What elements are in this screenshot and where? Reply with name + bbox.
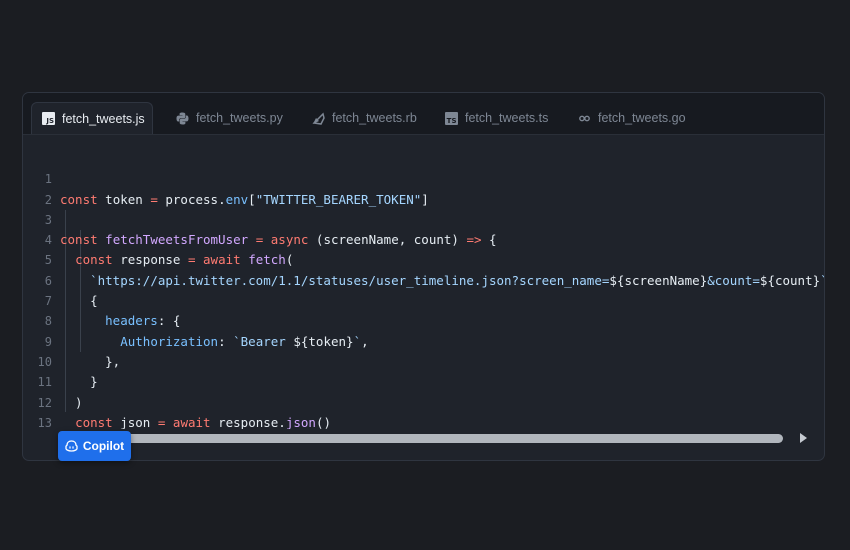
- code-line: 7 headers: {: [23, 271, 824, 328]
- ruby-file-icon: [311, 111, 325, 125]
- code-line: 8 Authorization: `Bearer ${token}`,: [23, 291, 824, 348]
- tab-bar: JS fetch_tweets.js fetch_tweets.py fetch…: [23, 93, 824, 135]
- code-line: 4 const response = await fetch(: [23, 210, 824, 267]
- tab-fetch-tweets-go[interactable]: fetch_tweets.go: [568, 102, 694, 134]
- code-line: 9 },: [23, 311, 824, 369]
- tab-label: fetch_tweets.js: [62, 111, 145, 126]
- tab-label: fetch_tweets.go: [598, 111, 686, 125]
- code-line: 10 }: [23, 332, 824, 389]
- tab-fetch-tweets-js[interactable]: JS fetch_tweets.js: [31, 102, 153, 134]
- horizontal-scrollbar[interactable]: [93, 434, 783, 443]
- code-line: 13 return json: [23, 393, 824, 429]
- code-editor: JS fetch_tweets.js fetch_tweets.py fetch…: [22, 92, 825, 461]
- copilot-icon: [65, 440, 78, 452]
- tab-fetch-tweets-ts[interactable]: TS fetch_tweets.ts: [434, 102, 560, 134]
- code-line: 3 const fetchTweetsFromUser = async (scr…: [23, 190, 824, 247]
- typescript-file-icon: TS: [444, 111, 458, 125]
- code-line: 1 const token = process.env["TWITTER_BEA…: [23, 149, 824, 206]
- tab-fetch-tweets-py[interactable]: fetch_tweets.py: [166, 102, 292, 134]
- code-line: 14 }: [23, 413, 824, 429]
- tab-fetch-tweets-rb[interactable]: fetch_tweets.rb: [301, 102, 427, 134]
- copilot-button[interactable]: Copilot: [58, 431, 131, 461]
- javascript-file-icon: JS: [42, 112, 55, 126]
- tab-label: fetch_tweets.py: [196, 111, 283, 125]
- copilot-label: Copilot: [82, 439, 125, 453]
- tab-label: fetch_tweets.ts: [465, 111, 549, 125]
- code-area[interactable]: 1 const token = process.env["TWITTER_BEA…: [23, 149, 824, 429]
- code-line: 12 const json = await response.json(): [23, 372, 824, 429]
- python-file-icon: [176, 111, 189, 125]
- tab-label: fetch_tweets.rb: [332, 111, 417, 125]
- scroll-right-arrow-icon[interactable]: [800, 433, 807, 443]
- code-line: 6 {: [23, 250, 824, 308]
- go-file-icon: [578, 111, 591, 125]
- code-line: 11 ): [23, 352, 824, 409]
- code-line: 2: [23, 169, 824, 207]
- code-line: 5 `https://api.twitter.com/1.1/statuses/…: [23, 230, 824, 287]
